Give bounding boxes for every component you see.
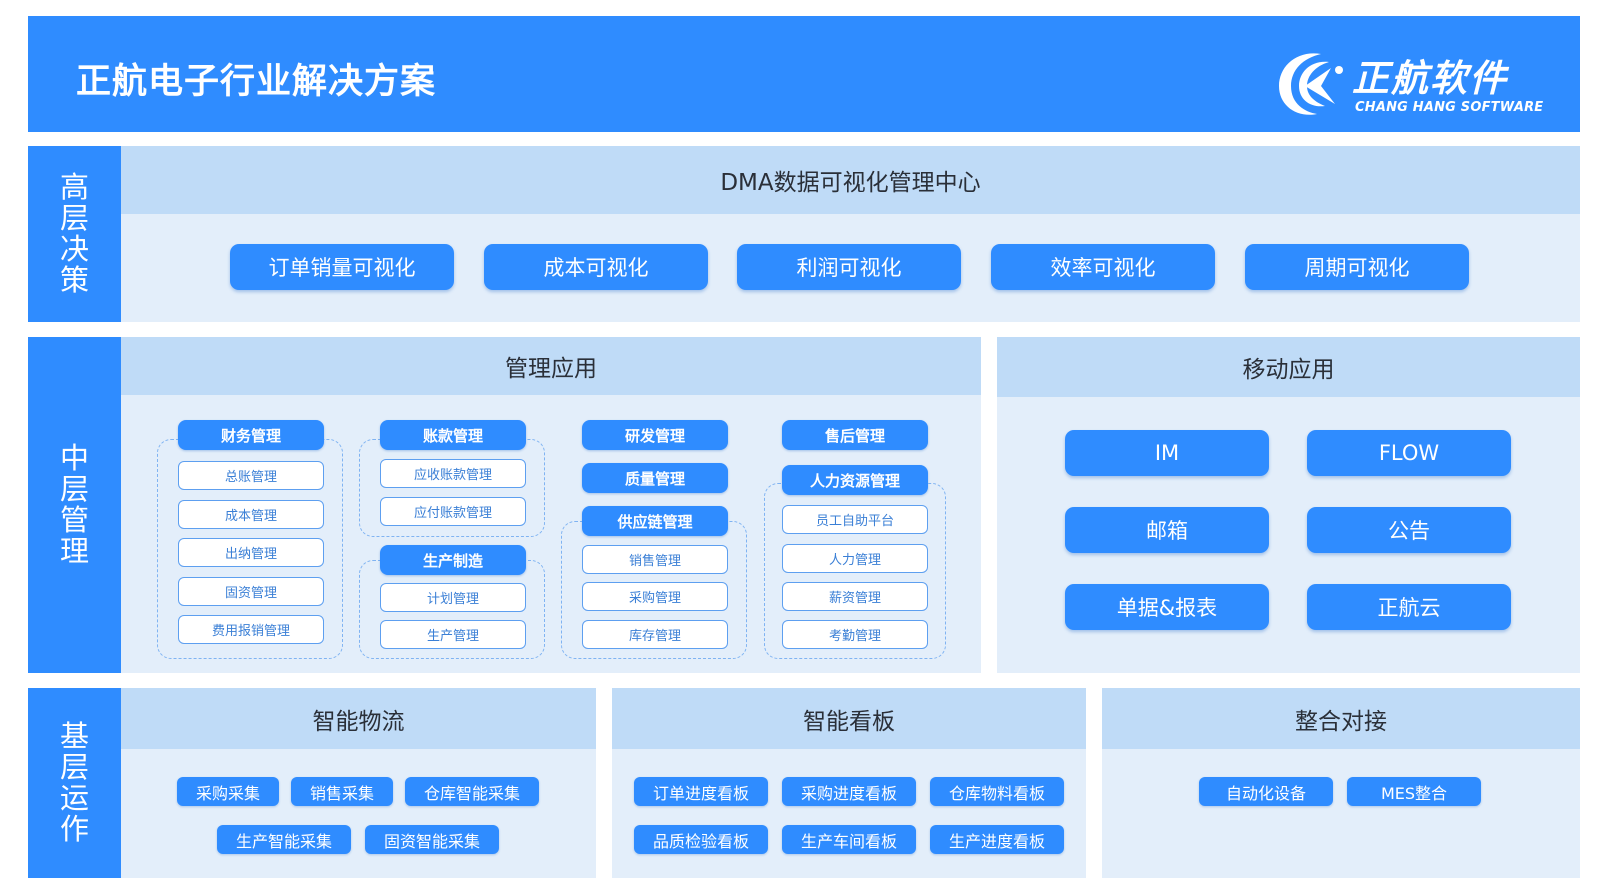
logistics-item[interactable]: 销售采集 bbox=[291, 777, 393, 806]
logistics-item[interactable]: 采购采集 bbox=[177, 777, 279, 806]
hr-item[interactable]: 员工自助平台 bbox=[782, 505, 928, 534]
company-logo: 正航软件 CHANG HANG SOFTWARE bbox=[1275, 46, 1545, 120]
accounts-item[interactable]: 应付账款管理 bbox=[380, 497, 526, 526]
mobile-item[interactable]: 邮箱 bbox=[1065, 507, 1269, 553]
finance-item[interactable]: 出纳管理 bbox=[178, 538, 324, 567]
tier-label-bottom-text: 基层运作 bbox=[59, 719, 89, 846]
tier-label-top: 高层决策 bbox=[28, 146, 121, 322]
tier-label-bottom: 基层运作 bbox=[28, 688, 121, 878]
quality-title[interactable]: 质量管理 bbox=[582, 463, 728, 493]
supply-item[interactable]: 销售管理 bbox=[582, 545, 728, 574]
mobile-item[interactable]: 正航云 bbox=[1307, 584, 1511, 630]
tier-label-middle: 中层管理 bbox=[28, 337, 121, 673]
logo-icon bbox=[1279, 53, 1343, 115]
integration-panel: 整合对接 自动化设备 MES整合 bbox=[1102, 688, 1580, 878]
aftersales-title[interactable]: 售后管理 bbox=[782, 420, 928, 450]
dma-item[interactable]: 效率可视化 bbox=[991, 244, 1215, 290]
hr-title[interactable]: 人力资源管理 bbox=[782, 465, 928, 495]
production-item[interactable]: 计划管理 bbox=[380, 583, 526, 612]
integration-item[interactable]: MES整合 bbox=[1347, 777, 1481, 806]
kanban-item[interactable]: 采购进度看板 bbox=[782, 777, 916, 806]
finance-item[interactable]: 成本管理 bbox=[178, 500, 324, 529]
logistics-item[interactable]: 仓库智能采集 bbox=[405, 777, 539, 806]
header-banner: 正航电子行业解决方案 正航软件 CHANG HANG SOFTWARE bbox=[28, 16, 1580, 132]
kanban-item[interactable]: 品质检验看板 bbox=[634, 825, 768, 854]
page: 正航电子行业解决方案 正航软件 CHANG HANG SOFTWARE 高层决策… bbox=[0, 0, 1600, 881]
logo-text-en: CHANG HANG SOFTWARE bbox=[1355, 100, 1544, 115]
mobile-item[interactable]: IM bbox=[1065, 430, 1269, 476]
hr-item[interactable]: 人力管理 bbox=[782, 544, 928, 573]
dma-item[interactable]: 成本可视化 bbox=[484, 244, 708, 290]
finance-item[interactable]: 费用报销管理 bbox=[178, 615, 324, 644]
mobile-item[interactable]: 单据&报表 bbox=[1065, 584, 1269, 630]
dma-panel-title: DMA数据可视化管理中心 bbox=[121, 146, 1580, 214]
dma-panel: DMA数据可视化管理中心 订单销量可视化 成本可视化 利润可视化 效率可视化 周… bbox=[121, 146, 1580, 322]
kanban-item[interactable]: 仓库物料看板 bbox=[930, 777, 1064, 806]
management-panel: 管理应用 财务管理 总账管理 成本管理 出纳管理 固资管理 费用报销管理 账款管… bbox=[121, 337, 981, 673]
kanban-panel-title: 智能看板 bbox=[612, 688, 1086, 749]
tier-label-top-text: 高层决策 bbox=[59, 170, 89, 297]
production-title[interactable]: 生产制造 bbox=[380, 545, 526, 575]
rd-title[interactable]: 研发管理 bbox=[582, 420, 728, 450]
dma-item[interactable]: 周期可视化 bbox=[1245, 244, 1469, 290]
logistics-item[interactable]: 固资智能采集 bbox=[365, 825, 499, 854]
hr-item[interactable]: 考勤管理 bbox=[782, 620, 928, 649]
tier-label-middle-text: 中层管理 bbox=[59, 441, 89, 568]
mobile-item[interactable]: 公告 bbox=[1307, 507, 1511, 553]
production-item[interactable]: 生产管理 bbox=[380, 620, 526, 649]
hr-item[interactable]: 薪资管理 bbox=[782, 582, 928, 611]
mobile-panel-title: 移动应用 bbox=[997, 337, 1580, 397]
finance-item[interactable]: 固资管理 bbox=[178, 577, 324, 606]
logistics-panel: 智能物流 采购采集 销售采集 仓库智能采集 生产智能采集 固资智能采集 bbox=[121, 688, 596, 878]
logistics-item[interactable]: 生产智能采集 bbox=[217, 825, 351, 854]
kanban-item[interactable]: 订单进度看板 bbox=[634, 777, 768, 806]
integration-item[interactable]: 自动化设备 bbox=[1199, 777, 1333, 806]
mobile-item[interactable]: FLOW bbox=[1307, 430, 1511, 476]
accounts-title[interactable]: 账款管理 bbox=[380, 420, 526, 450]
kanban-item[interactable]: 生产进度看板 bbox=[930, 825, 1064, 854]
integration-panel-title: 整合对接 bbox=[1102, 688, 1580, 749]
management-panel-title: 管理应用 bbox=[121, 337, 981, 395]
kanban-panel: 智能看板 订单进度看板 采购进度看板 仓库物料看板 品质检验看板 生产车间看板 … bbox=[612, 688, 1086, 878]
dma-item[interactable]: 订单销量可视化 bbox=[230, 244, 454, 290]
supply-item[interactable]: 采购管理 bbox=[582, 582, 728, 611]
mobile-panel: 移动应用 IM FLOW 邮箱 公告 单据&报表 正航云 bbox=[997, 337, 1580, 673]
finance-item[interactable]: 总账管理 bbox=[178, 461, 324, 490]
page-title: 正航电子行业解决方案 bbox=[76, 62, 437, 102]
supply-item[interactable]: 库存管理 bbox=[582, 620, 728, 649]
supply-title[interactable]: 供应链管理 bbox=[582, 506, 728, 536]
dma-item[interactable]: 利润可视化 bbox=[737, 244, 961, 290]
kanban-item[interactable]: 生产车间看板 bbox=[782, 825, 916, 854]
accounts-item[interactable]: 应收账款管理 bbox=[380, 459, 526, 488]
finance-title[interactable]: 财务管理 bbox=[178, 420, 324, 450]
logo-text-cn: 正航软件 bbox=[1352, 57, 1508, 100]
logistics-panel-title: 智能物流 bbox=[121, 688, 596, 749]
